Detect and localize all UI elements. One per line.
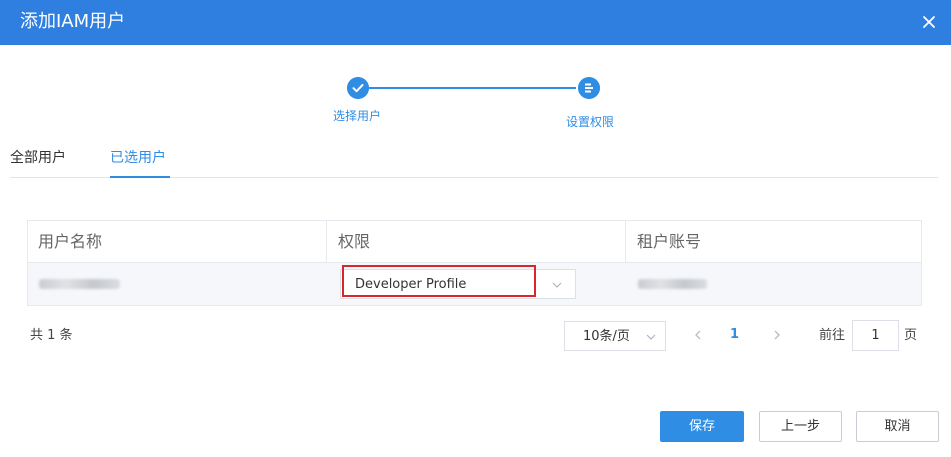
prev-page-icon[interactable] [688, 324, 708, 346]
goto-label: 前往 [819, 328, 846, 343]
column-header-user-name: 用户名称 [38, 232, 103, 251]
page-size-select[interactable]: 10条/页 [564, 321, 666, 351]
step-label-select-user: 选择用户 [333, 109, 382, 123]
column-header-tenant-account: 租户账号 [637, 232, 702, 251]
cancel-button[interactable]: 取消 [856, 411, 939, 442]
permission-select-value: Developer Profile [355, 277, 467, 292]
step-connector [369, 87, 576, 89]
step-current-icon [578, 77, 600, 99]
selected-users-table: 用户名称 权限 租户账号 Developer Profile [27, 220, 922, 306]
chevron-down-icon [646, 334, 656, 340]
permission-select[interactable]: Developer Profile [340, 269, 576, 299]
tab-selected-users[interactable]: 已选用户 [110, 148, 166, 168]
table-row: Developer Profile [28, 263, 921, 305]
total-count: 共 1 条 [30, 328, 73, 343]
tab-all-users[interactable]: 全部用户 [10, 148, 66, 168]
save-button[interactable]: 保存 [660, 411, 744, 442]
step-done-check-icon [347, 77, 369, 99]
dialog-header: 添加IAM用户 [0, 0, 951, 45]
page-number-current[interactable]: 1 [730, 326, 739, 344]
page-unit-label: 页 [904, 328, 918, 343]
previous-step-button[interactable]: 上一步 [759, 411, 842, 442]
user-tabs: 全部用户 已选用户 [10, 146, 938, 178]
page-size-value: 10条/页 [583, 329, 630, 344]
close-icon[interactable] [919, 12, 939, 32]
table-header: 用户名称 权限 租户账号 [28, 221, 921, 263]
active-tab-underline [110, 176, 170, 178]
chevron-down-icon [552, 282, 562, 288]
step-label-set-permission: 设置权限 [566, 115, 615, 129]
tenant-account-cell-blurred [638, 279, 707, 289]
column-header-permission: 权限 [338, 232, 371, 251]
next-page-icon[interactable] [767, 324, 787, 346]
dialog-title: 添加IAM用户 [20, 11, 126, 32]
user-name-cell-blurred [39, 279, 120, 289]
goto-page-input[interactable] [852, 320, 899, 351]
cell-spacer [326, 263, 327, 305]
